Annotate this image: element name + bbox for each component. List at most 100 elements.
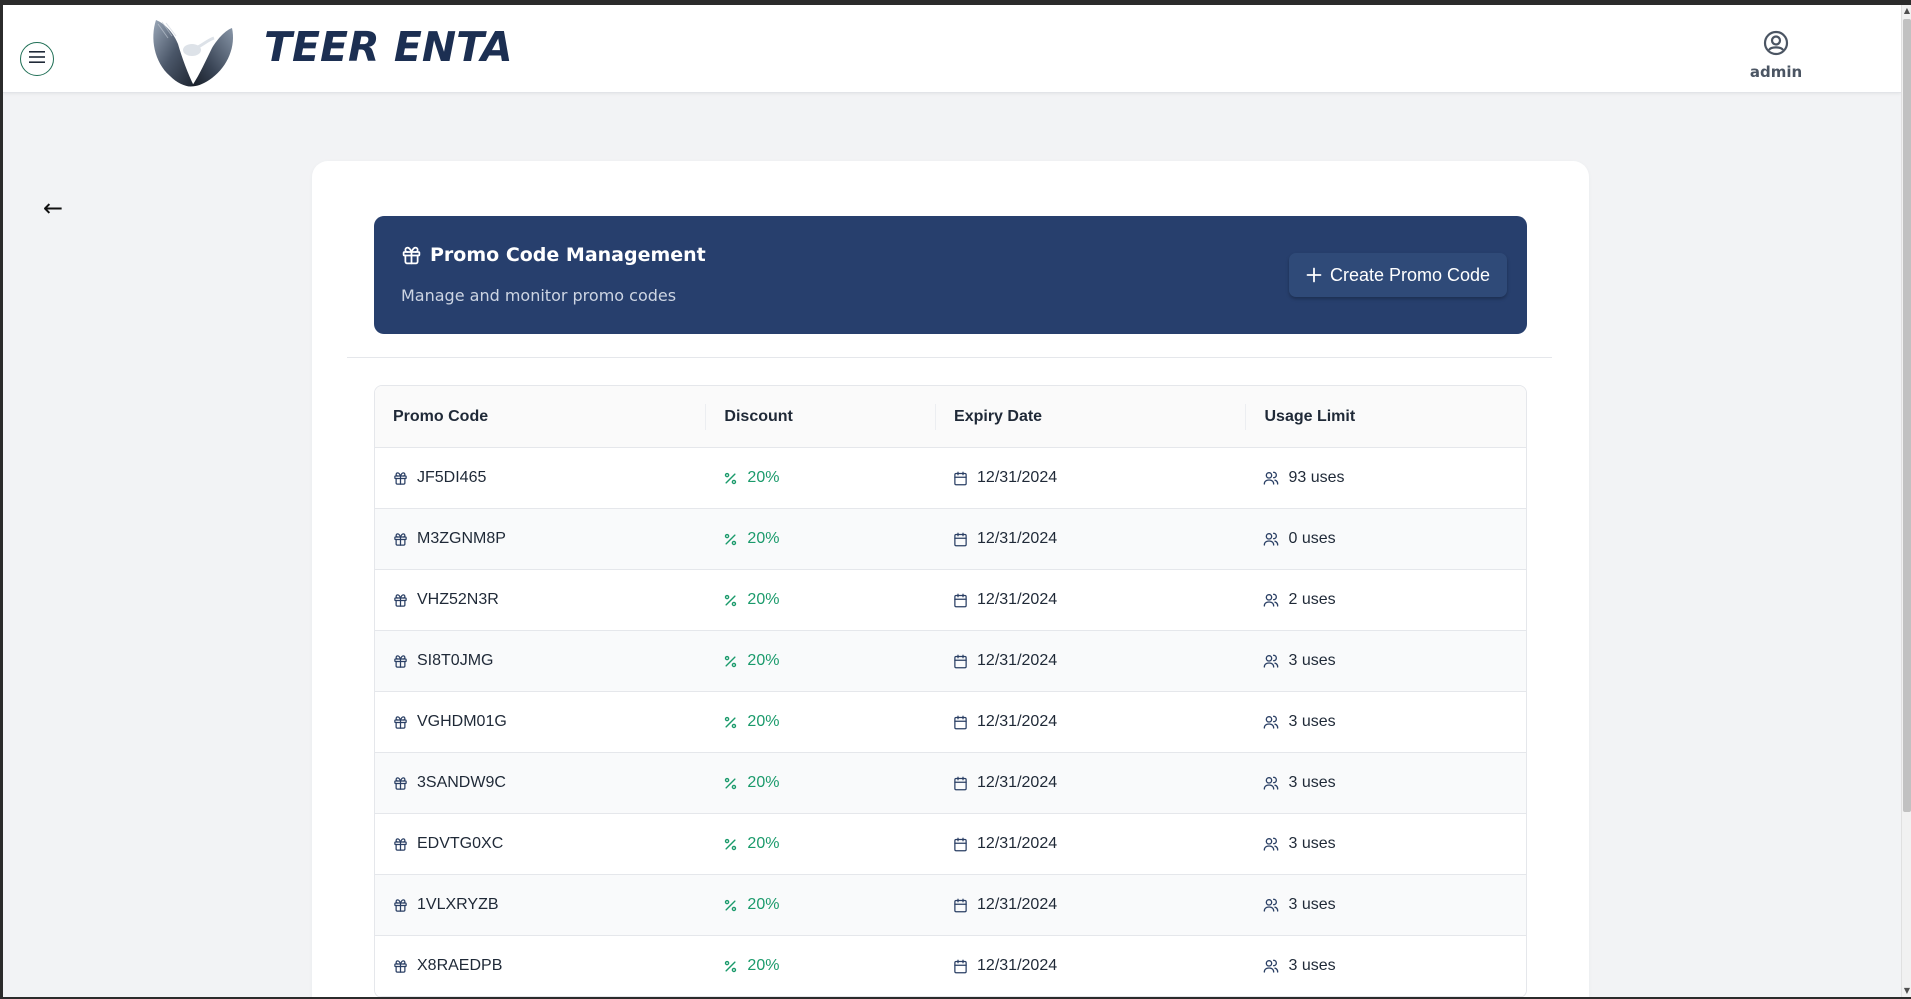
discount-cell-text: 20% xyxy=(747,835,780,852)
menu-button[interactable] xyxy=(20,42,54,76)
promo-code-cell-text: 3SANDW9C xyxy=(417,774,506,791)
usage-limit-cell: 3 uses xyxy=(1245,652,1526,670)
calendar-icon xyxy=(953,715,968,730)
discount-cell-text: 20% xyxy=(747,652,780,669)
discount-cell: 20% xyxy=(705,957,935,975)
bird-wings-logo[interactable] xyxy=(148,14,238,90)
table-row[interactable]: SI8T0JMG 20% 12/31/2024 3 uses xyxy=(375,631,1526,692)
table-row[interactable]: X8RAEDPB 20% 12/31/2024 3 uses xyxy=(375,936,1526,997)
expiry-date-cell: 12/31/2024 xyxy=(935,896,1245,914)
expiry-date-cell: 12/31/2024 xyxy=(935,591,1245,609)
calendar-icon xyxy=(953,898,968,913)
table-header: Promo Code Discount Expiry Date Usage Li… xyxy=(375,386,1526,448)
percent-icon xyxy=(723,532,738,547)
promo-code-cell-text: VGHDM01G xyxy=(417,713,507,730)
column-header-expiry-date[interactable]: Expiry Date xyxy=(935,403,1245,430)
expiry-date-cell-text: 12/31/2024 xyxy=(977,957,1058,974)
table-row[interactable]: M3ZGNM8P 20% 12/31/2024 0 uses xyxy=(375,509,1526,570)
users-icon xyxy=(1263,592,1279,608)
calendar-icon xyxy=(953,471,968,486)
usage-limit-cell-text: 3 uses xyxy=(1288,652,1336,669)
usage-limit-cell: 3 uses xyxy=(1245,896,1526,914)
create-promo-code-button[interactable]: Create Promo Code xyxy=(1289,253,1507,297)
percent-icon xyxy=(723,959,738,974)
usage-limit-cell: 0 uses xyxy=(1245,530,1526,548)
users-icon xyxy=(1263,897,1279,913)
promo-code-cell-text: X8RAEDPB xyxy=(417,957,503,974)
scroll-down-arrow-icon[interactable]: ▼ xyxy=(1902,985,1911,997)
table-row[interactable]: VHZ52N3R 20% 12/31/2024 2 uses xyxy=(375,570,1526,631)
percent-icon xyxy=(723,837,738,852)
discount-cell-text: 20% xyxy=(747,774,780,791)
promo-code-cell: EDVTG0XC xyxy=(375,835,705,853)
discount-cell: 20% xyxy=(705,774,935,792)
users-icon xyxy=(1263,531,1279,547)
vertical-scrollbar[interactable]: ▲ ▼ xyxy=(1901,5,1911,997)
table-row[interactable]: JF5DI465 20% 12/31/2024 93 uses xyxy=(375,448,1526,509)
usage-limit-cell-text: 3 uses xyxy=(1288,774,1336,791)
gift-icon xyxy=(393,593,408,608)
plus-icon xyxy=(1306,267,1322,283)
calendar-icon xyxy=(953,532,968,547)
usage-limit-cell-text: 3 uses xyxy=(1288,896,1336,913)
usage-limit-cell-text: 3 uses xyxy=(1288,957,1336,974)
expiry-date-cell: 12/31/2024 xyxy=(935,469,1245,487)
usage-limit-cell: 2 uses xyxy=(1245,591,1526,609)
promo-card: Promo Code Management Manage and monitor… xyxy=(312,161,1589,997)
app-window: TEER ENTA admin ← Promo Code Management … xyxy=(3,5,1901,997)
discount-cell: 20% xyxy=(705,591,935,609)
discount-cell: 20% xyxy=(705,713,935,731)
column-header-discount[interactable]: Discount xyxy=(705,403,935,430)
discount-cell: 20% xyxy=(705,896,935,914)
percent-icon xyxy=(723,776,738,791)
usage-limit-cell: 93 uses xyxy=(1245,469,1526,487)
promo-code-cell: SI8T0JMG xyxy=(375,652,705,670)
expiry-date-cell-text: 12/31/2024 xyxy=(977,469,1058,486)
table-row[interactable]: 3SANDW9C 20% 12/31/2024 3 uses xyxy=(375,753,1526,814)
discount-cell: 20% xyxy=(705,469,935,487)
percent-icon xyxy=(723,593,738,608)
expiry-date-cell-text: 12/31/2024 xyxy=(977,713,1058,730)
page-title: Promo Code Management xyxy=(430,244,706,266)
users-icon xyxy=(1263,836,1279,852)
scrollbar-thumb[interactable] xyxy=(1903,19,1911,812)
discount-cell-text: 20% xyxy=(747,896,780,913)
promo-codes-table: Promo Code Discount Expiry Date Usage Li… xyxy=(374,385,1527,997)
calendar-icon xyxy=(953,837,968,852)
column-header-usage-limit[interactable]: Usage Limit xyxy=(1245,403,1526,430)
discount-cell: 20% xyxy=(705,835,935,853)
expiry-date-cell: 12/31/2024 xyxy=(935,652,1245,670)
promo-code-cell: 3SANDW9C xyxy=(375,774,705,792)
gift-icon xyxy=(393,654,408,669)
back-button[interactable]: ← xyxy=(43,194,63,222)
promo-code-cell: VGHDM01G xyxy=(375,713,705,731)
promo-code-cell: JF5DI465 xyxy=(375,469,705,487)
usage-limit-cell-text: 93 uses xyxy=(1288,469,1345,486)
promo-header-banner: Promo Code Management Manage and monitor… xyxy=(374,216,1527,334)
usage-limit-cell-text: 2 uses xyxy=(1288,591,1336,608)
expiry-date-cell: 12/31/2024 xyxy=(935,713,1245,731)
column-header-promo-code[interactable]: Promo Code xyxy=(375,404,705,430)
promo-code-cell-text: SI8T0JMG xyxy=(417,652,494,669)
calendar-icon xyxy=(953,776,968,791)
user-menu[interactable]: admin xyxy=(1736,30,1816,81)
usage-limit-cell-text: 3 uses xyxy=(1288,835,1336,852)
expiry-date-cell-text: 12/31/2024 xyxy=(977,835,1058,852)
promo-code-cell-text: M3ZGNM8P xyxy=(417,530,506,547)
calendar-icon xyxy=(953,593,968,608)
table-row[interactable]: 1VLXRYZB 20% 12/31/2024 3 uses xyxy=(375,875,1526,936)
promo-code-cell: 1VLXRYZB xyxy=(375,896,705,914)
table-body: JF5DI465 20% 12/31/2024 93 uses M3ZGNM8P 20% 1… xyxy=(375,448,1526,997)
calendar-icon xyxy=(953,654,968,669)
expiry-date-cell-text: 12/31/2024 xyxy=(977,774,1058,791)
promo-code-cell: X8RAEDPB xyxy=(375,957,705,975)
user-circle-icon xyxy=(1763,30,1789,61)
discount-cell-text: 20% xyxy=(747,591,780,608)
promo-code-cell-text: EDVTG0XC xyxy=(417,835,504,852)
scroll-up-arrow-icon[interactable]: ▲ xyxy=(1902,5,1911,17)
table-row[interactable]: VGHDM01G 20% 12/31/2024 3 uses xyxy=(375,692,1526,753)
percent-icon xyxy=(723,471,738,486)
usage-limit-cell-text: 0 uses xyxy=(1288,530,1336,547)
promo-code-cell-text: 1VLXRYZB xyxy=(417,896,499,913)
table-row[interactable]: EDVTG0XC 20% 12/31/2024 3 uses xyxy=(375,814,1526,875)
